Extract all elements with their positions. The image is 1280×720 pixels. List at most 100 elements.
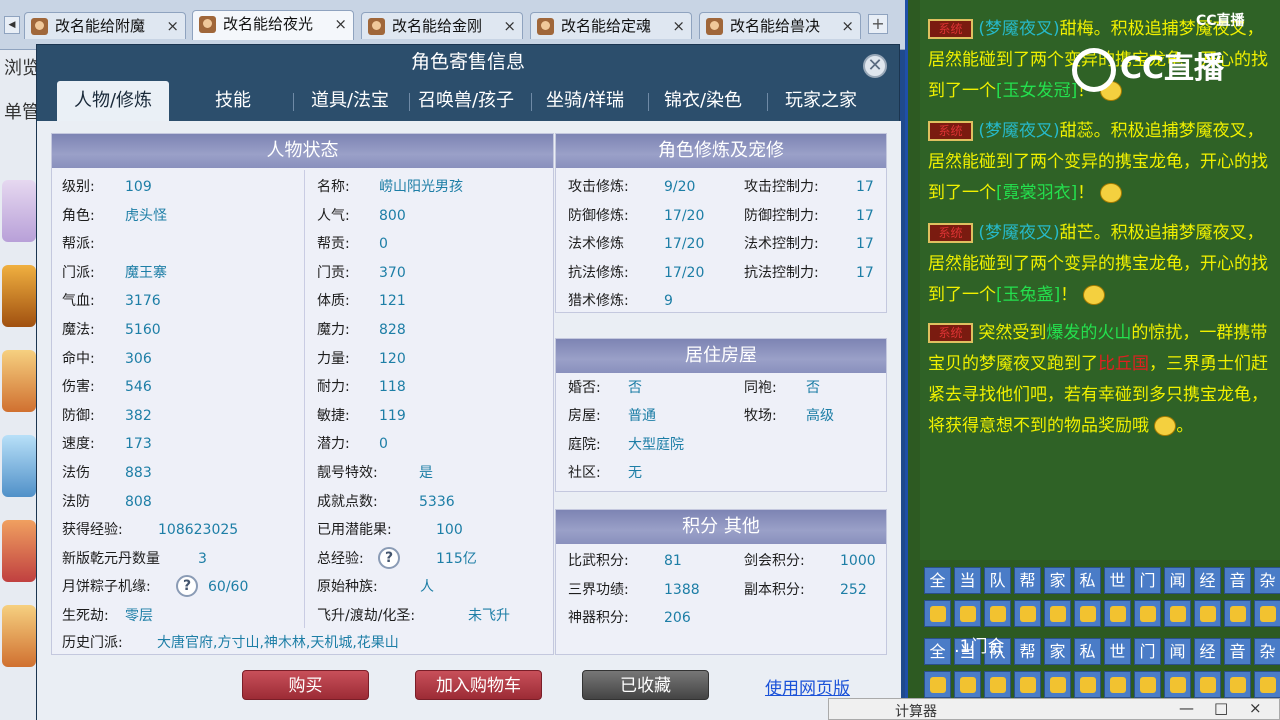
character-avatar[interactable]	[2, 180, 36, 242]
list-icon[interactable]	[1224, 600, 1251, 627]
chat-channel-button[interactable]: 世	[1104, 638, 1131, 665]
tab-skills[interactable]: 技能	[177, 81, 289, 121]
field-label: 三界功绩:	[568, 581, 629, 598]
new-tab-button[interactable]: +	[868, 14, 888, 34]
info-row: 攻击修炼: 9/20 攻击控制力: 17	[556, 173, 886, 201]
chat-channel-button[interactable]: 世	[1104, 567, 1131, 594]
arrow-down-icon[interactable]	[984, 600, 1011, 627]
background-page-text: 单管	[4, 102, 40, 123]
tab-close-icon[interactable]: ×	[166, 13, 179, 39]
chat-channel-button[interactable]: 帮	[1014, 638, 1041, 665]
chat-channel-button[interactable]: 经	[1194, 567, 1221, 594]
search-icon[interactable]	[1014, 671, 1041, 698]
lock-icon[interactable]	[1104, 671, 1131, 698]
tab-player-home[interactable]: 玩家之家	[765, 81, 877, 121]
arrow-right-icon[interactable]	[1254, 600, 1280, 627]
character-avatar[interactable]	[2, 605, 36, 667]
info-row: 防御: 382 敏捷: 119	[52, 402, 553, 430]
tab-mounts[interactable]: 坐骑/祥瑞	[529, 81, 641, 121]
chat-item-link[interactable]: [霓裳羽衣]	[996, 183, 1077, 203]
chat-channel-button[interactable]: 音	[1224, 638, 1251, 665]
note-icon[interactable]	[1044, 600, 1071, 627]
dialog-title: 角色寄售信息	[410, 51, 525, 73]
folder-icon[interactable]	[1164, 600, 1191, 627]
grid-icon[interactable]	[1074, 600, 1101, 627]
chat-channel-button[interactable]: 私	[1074, 567, 1101, 594]
field-value: 0	[379, 436, 388, 453]
chat-channel-button[interactable]: 闻	[1164, 567, 1191, 594]
chat-channel-button[interactable]: 闻	[1164, 638, 1191, 665]
chat-channel-button[interactable]: 杂	[1254, 567, 1280, 594]
chat-channel-button[interactable]: 门	[1134, 567, 1161, 594]
browser-tab-2[interactable]: 改名能给夜光 ×	[192, 10, 354, 40]
tab-close-icon[interactable]: ×	[672, 13, 685, 39]
calculator-window[interactable]: 计算器 — □ ×	[828, 698, 1280, 720]
field-label: 魔力:	[317, 322, 350, 338]
chat-channel-button[interactable]: 家	[1044, 567, 1071, 594]
chat-channel-button[interactable]: 家	[1044, 638, 1071, 665]
field-label: 新版乾元丹数量	[62, 550, 160, 567]
lock-icon[interactable]	[1104, 600, 1131, 627]
broom-icon[interactable]	[1134, 600, 1161, 627]
chat-place-link[interactable]: 比丘国	[1098, 354, 1149, 374]
list-icon[interactable]	[1224, 671, 1251, 698]
chat-channel-button[interactable]: 私	[1074, 638, 1101, 665]
field-value: 115亿	[436, 550, 477, 567]
character-avatar[interactable]	[2, 265, 36, 327]
chat-channel-button[interactable]: 全	[924, 567, 951, 594]
help-icon[interactable]: ?	[378, 546, 400, 569]
broom-icon[interactable]	[1134, 671, 1161, 698]
help-icon[interactable]: ?	[176, 575, 198, 598]
add-to-cart-button[interactable]: 加入购物车	[415, 670, 542, 700]
tab-close-icon[interactable]: ×	[503, 13, 516, 39]
chat-channel-button[interactable]: 当	[954, 567, 981, 594]
browser-tab-1[interactable]: 改名能给附魔 ×	[24, 12, 186, 39]
search-icon[interactable]	[1014, 600, 1041, 627]
arrow-left-glyph	[930, 606, 946, 622]
character-avatar[interactable]	[2, 435, 36, 497]
browser-tab-4[interactable]: 改名能给定魂 ×	[530, 12, 692, 39]
close-icon[interactable]: ×	[1249, 699, 1262, 717]
grid-icon[interactable]	[1074, 671, 1101, 698]
arrow-right-icon[interactable]	[1254, 671, 1280, 698]
maximize-icon[interactable]: □	[1214, 699, 1228, 717]
chat-channel-button[interactable]: 经	[1194, 638, 1221, 665]
tab-character[interactable]: 人物/修炼	[57, 81, 169, 121]
chat-channel-button[interactable]: 杂	[1254, 638, 1280, 665]
character-avatar[interactable]	[2, 350, 36, 412]
buy-button[interactable]: 购买	[242, 670, 369, 700]
tab-items[interactable]: 道具/法宝	[294, 81, 406, 121]
character-avatar[interactable]	[2, 520, 36, 582]
note-icon[interactable]	[1044, 671, 1071, 698]
arrow-down-icon[interactable]	[984, 671, 1011, 698]
tab-costumes[interactable]: 锦衣/染色	[647, 81, 759, 121]
arrow-left-icon[interactable]	[924, 600, 951, 627]
chat-bubble-icon[interactable]	[1194, 600, 1221, 627]
tab-pets[interactable]: 召唤兽/孩子	[410, 81, 522, 121]
chat-channel-button[interactable]: 队	[984, 567, 1011, 594]
chat-channel-button[interactable]: 门	[1134, 638, 1161, 665]
favorited-button[interactable]: 已收藏	[582, 670, 709, 700]
chat-bubble-icon[interactable]	[1194, 671, 1221, 698]
use-web-version-link[interactable]: 使用网页版	[765, 674, 850, 699]
arrow-left-icon[interactable]	[924, 671, 951, 698]
chat-item-link[interactable]: [玉女发冠]	[996, 81, 1077, 101]
field-value: 未飞升	[468, 608, 510, 624]
browser-tab-3[interactable]: 改名能给金刚 ×	[361, 12, 523, 39]
field-label: 攻击控制力:	[744, 179, 819, 195]
folder-icon[interactable]	[1164, 671, 1191, 698]
tab-close-icon[interactable]: ×	[334, 11, 347, 37]
tab-close-icon[interactable]: ×	[841, 13, 854, 39]
chat-channel-button[interactable]: 音	[1224, 567, 1251, 594]
arrow-up-glyph	[960, 677, 976, 693]
arrow-up-icon[interactable]	[954, 600, 981, 627]
minimize-icon[interactable]: —	[1179, 699, 1194, 717]
chat-item-link[interactable]: [玉兔盏]	[996, 285, 1060, 305]
chat-speaker: (梦魇夜叉)	[978, 19, 1060, 39]
tab-scroll-left-button[interactable]: ◀	[4, 16, 20, 34]
arrow-up-icon[interactable]	[954, 671, 981, 698]
browser-tab-5[interactable]: 改名能给兽决 ×	[699, 12, 861, 39]
chat-channel-button[interactable]: 帮	[1014, 567, 1041, 594]
close-icon[interactable]: ✕	[863, 54, 887, 78]
chat-input-field[interactable]: ․1门会	[930, 632, 1010, 662]
